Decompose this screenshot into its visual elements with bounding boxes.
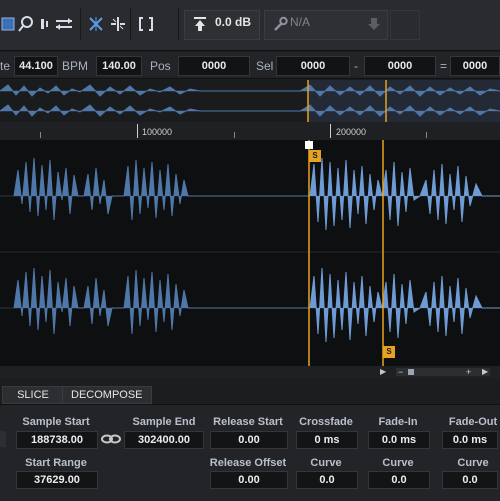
sample-rate-field[interactable]: 44.100 [14,56,58,76]
play-arrow-icon[interactable]: ▶ [380,368,388,376]
selection-dash: - [354,59,358,73]
overview-waveform [0,80,500,122]
info-bar: te 44.100 BPM 140.00 Pos 0000 Sel 0000 -… [0,52,500,79]
collapse-handle[interactable] [0,431,6,447]
ruler-tick [137,124,138,138]
ruler-minor-tick [40,132,41,138]
sample-end-label: Sample End [124,416,204,428]
tab-slice[interactable]: SLICE [2,386,64,404]
horizontal-scrollbar[interactable]: ▶ − + ▶ [0,366,500,378]
ruler-tick [330,124,331,138]
brackets-icon[interactable] [132,10,160,38]
zoom-out-icon[interactable]: − [398,367,406,377]
release-offset-label: Release Offset [206,457,290,469]
curve-label-fade-out: Curve [440,457,500,469]
start-range-label: Start Range [14,457,98,469]
time-ruler[interactable]: 100000 200000 [0,122,500,141]
sample-start-label: Sample Start [14,416,98,428]
crossfade-field[interactable]: 0 ms [296,431,358,449]
gain-value[interactable]: 0.0 dB [215,15,251,29]
waveform-overview[interactable] [0,80,500,122]
waveform-editor[interactable]: S S [0,140,500,366]
sel-label: Sel [256,59,273,73]
ruler-label-200000: 200000 [336,127,366,137]
fade-out-field[interactable]: 0.0 ms [442,431,498,449]
start-range-field[interactable]: 37629.00 [16,471,98,489]
bpm-label: BPM [62,59,88,73]
position-field[interactable]: 0000 [178,56,250,76]
slice-marker-top[interactable]: S [309,150,321,162]
zoom-thumb[interactable] [408,369,414,375]
toolbar-separator [130,8,131,40]
disabled-button-icon[interactable] [390,10,420,40]
selection-end-field[interactable]: 0000 [364,56,436,76]
selection-equals: = [440,59,447,73]
toolbar-separator [178,8,179,40]
curve-field-fade-out[interactable]: 0.0 [442,471,498,489]
down-arrow-icon[interactable] [360,10,388,38]
fade-out-label: Fade-Out [440,416,500,428]
curve-label-fade-in: Curve [366,457,430,469]
crossfade-label: Crossfade [294,416,358,428]
ruler-minor-tick [234,132,235,138]
slice-marker-bottom[interactable]: S [383,346,395,358]
pos-label: Pos [150,59,171,73]
scroll-right-icon[interactable]: ▶ [482,368,490,376]
link-icon[interactable] [100,431,122,447]
editor-tabs: SLICE DECOMPOSE [0,384,500,404]
plugin-value: N/A [290,15,310,29]
curve-field-fade-in[interactable]: 0.0 [368,471,430,489]
fade-in-field[interactable]: 0.0 ms [368,431,430,449]
toolbar-separator [80,8,81,40]
loop-handle[interactable] [305,141,313,149]
selection-length-field[interactable]: 0000 [450,56,500,76]
release-start-label: Release Start [206,416,290,428]
release-start-field[interactable]: 0.00 [210,431,288,449]
stretch-icon[interactable] [50,10,78,38]
toolbar: 0.0 dB N/A [0,0,500,51]
main-waveform [0,140,500,366]
bpm-field[interactable]: 140.00 [96,56,142,76]
split-icon[interactable] [104,10,132,38]
zoom-in-icon[interactable]: + [466,367,474,377]
sample-start-field[interactable]: 188738.00 [16,431,98,449]
rate-label: te [0,59,10,73]
selection-start-field[interactable]: 0000 [276,56,350,76]
fade-in-label: Fade-In [366,416,430,428]
slice-parameters: Sample Start 188738.00 Sample End 302400… [0,404,500,501]
ruler-minor-tick [426,132,427,138]
release-offset-field[interactable]: 0.00 [210,471,288,489]
tab-decompose[interactable]: DECOMPOSE [62,386,152,404]
curve-field-crossfade[interactable]: 0.0 [296,471,358,489]
curve-label-crossfade: Curve [294,457,358,469]
ruler-label-100000: 100000 [142,127,172,137]
upload-icon[interactable] [186,10,214,38]
sample-end-field[interactable]: 302400.00 [124,431,204,449]
